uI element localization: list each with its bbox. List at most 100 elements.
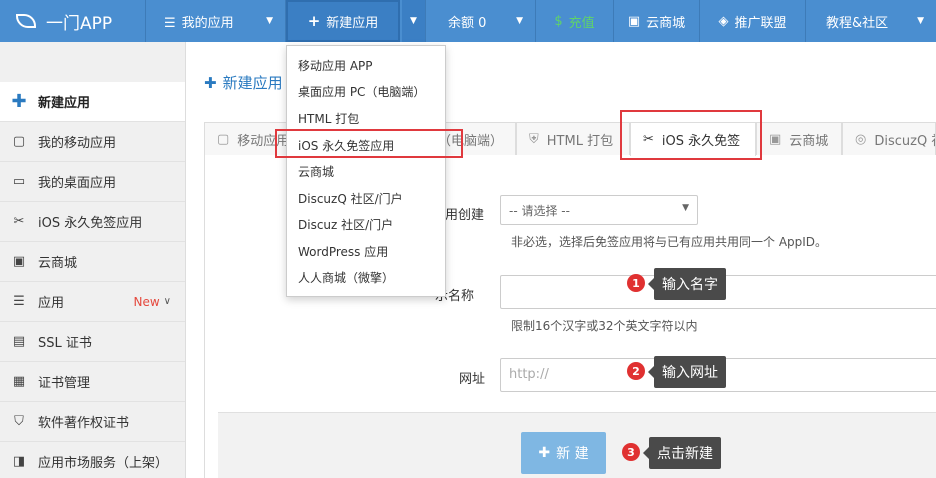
sidebar-item-label: 应用 — [38, 296, 65, 311]
tab-label: 云商城 — [789, 133, 829, 149]
sidebar: ✚ 新建应用 ▢ 我的移动应用 ▭ 我的桌面应用 ✂ iOS 永久免签应用 ▣ … — [0, 42, 186, 478]
plus-icon: ✚ — [538, 445, 551, 461]
plus-icon: ✚ — [204, 74, 217, 92]
nav-balance-label: 余额 0 — [448, 15, 487, 31]
caret-down-icon: ▼ — [917, 16, 924, 26]
top-navigation-bar: 一门APP ☰ 我的应用 ▼ + 新建应用 ▼ 余额 0 ▼ $ 充值 ▣ 云商城 ◈ 推… — [0, 0, 936, 42]
display-name-hint: 限制16个汉字或32个英文字符以内 — [511, 319, 698, 333]
phone-icon: ▢ — [12, 134, 26, 149]
store-icon: ▣ — [627, 13, 641, 29]
nav-new-app[interactable]: + 新建应用 — [286, 0, 400, 42]
callout-number: 3 — [622, 443, 640, 461]
tab-label: DiscuzQ 社 — [874, 133, 935, 149]
sidebar-item-label: iOS 永久免签应用 — [38, 216, 143, 231]
dropdown-item-discuzq[interactable]: DiscuzQ 社区/门户 — [287, 185, 445, 211]
menu-icon: ☰ — [13, 294, 25, 309]
link-app-select[interactable]: -- 请选择 -- ▼ — [500, 195, 698, 225]
sidebar-item-copyright[interactable]: ⛉ 软件著作权证书 — [0, 402, 185, 442]
tab-label: HTML 打包 — [546, 133, 614, 149]
discuz-icon: ◎ — [855, 131, 867, 147]
callout-number: 2 — [627, 362, 645, 380]
sidebar-item-label: 我的移动应用 — [38, 136, 117, 151]
dropdown-item-wordpress[interactable]: WordPress 应用 — [287, 238, 445, 264]
highlight-box-dropdown-item — [275, 129, 463, 158]
monitor-icon: ▭ — [12, 174, 26, 189]
callout-label: 输入网址 — [648, 356, 726, 388]
dropdown-item-desktop-app[interactable]: 桌面应用 PC（电脑端） — [287, 78, 445, 104]
chevron-down-icon: ∨ — [163, 296, 171, 307]
nav-balance[interactable]: 余额 0 ▼ — [428, 0, 536, 42]
market-icon: ◨ — [12, 454, 26, 469]
nav-tutorial[interactable]: 教程&社区 ▼ — [806, 0, 936, 42]
html5-icon: ⛨ — [529, 131, 539, 147]
logo-text: 一门APP — [46, 13, 113, 34]
leaf-logo-icon — [16, 14, 36, 28]
nav-cloud-mall[interactable]: ▣ 云商城 — [614, 0, 700, 42]
url-label: 网址 — [459, 372, 486, 387]
callout-label: 输入名字 — [648, 268, 726, 300]
sidebar-item-my-desktop-apps[interactable]: ▭ 我的桌面应用 — [0, 162, 185, 202]
callout-number: 1 — [627, 274, 645, 292]
nav-promotion[interactable]: ◈ 推广联盟 — [700, 0, 806, 42]
sidebar-item-market-service[interactable]: ◨ 应用市场服务（上架） — [0, 442, 185, 478]
tab-html-pack[interactable]: ⛨ HTML 打包 — [516, 122, 630, 155]
tab-discuzq[interactable]: ◎ DiscuzQ 社 — [842, 122, 936, 155]
dropdown-item-cloud-mall[interactable]: 云商城 — [287, 158, 445, 184]
dropdown-item-html-pack[interactable]: HTML 打包 — [287, 105, 445, 131]
scissors-icon: ✂ — [13, 214, 25, 229]
sidebar-item-label: 我的桌面应用 — [38, 176, 117, 191]
sidebar-item-certificates[interactable]: ▦ 证书管理 — [0, 362, 185, 402]
create-button-label: 新 建 — [556, 446, 589, 462]
highlight-box-active-tab — [620, 110, 762, 160]
page-title-text: 新建应用 — [222, 74, 283, 92]
ssl-icon: ▤ — [12, 334, 26, 349]
chevron-down-icon: ▼ — [682, 203, 689, 213]
link-app-hint: 非必选，选择后免签应用将与已有应用共用同一个 AppID。 — [511, 235, 828, 249]
dropdown-item-mobile-app[interactable]: 移动应用 APP — [287, 52, 445, 78]
sidebar-item-label: 证书管理 — [38, 376, 91, 391]
sidebar-item-label: 新建应用 — [38, 96, 91, 111]
page-title: ✚ 新建应用 — [204, 72, 283, 93]
sidebar-item-cloud-mall[interactable]: ▣ 云商城 — [0, 242, 185, 282]
nav-recharge-label: 充值 — [568, 15, 595, 31]
caret-down-icon: ▼ — [266, 16, 273, 26]
sidebar-item-ios-signing[interactable]: ✂ iOS 永久免签应用 — [0, 202, 185, 242]
dropdown-item-discuz[interactable]: Discuz 社区/门户 — [287, 211, 445, 237]
new-app-dropdown-menu: 移动应用 APP 桌面应用 PC（电脑端） HTML 打包 iOS 永久免签应用… — [286, 45, 446, 297]
logo[interactable]: 一门APP — [0, 0, 146, 42]
store-icon: ▣ — [12, 254, 26, 269]
list-icon: ☰ — [164, 15, 176, 31]
new-badge: New — [133, 294, 160, 309]
nav-cloud-mall-label: 云商城 — [646, 15, 686, 31]
sidebar-item-new-app[interactable]: ✚ 新建应用 — [0, 82, 185, 122]
nav-my-apps-label: 我的应用 — [181, 15, 234, 31]
dropdown-item-renren-mall[interactable]: 人人商城（微擎） — [287, 264, 445, 290]
plus-icon: + — [307, 12, 321, 30]
store-icon: ▣ — [769, 131, 782, 147]
nav-new-app-label: 新建应用 — [326, 15, 379, 31]
sidebar-item-ssl[interactable]: ▤ SSL 证书 — [0, 322, 185, 362]
create-button[interactable]: ✚ 新 建 — [521, 432, 606, 474]
callout-label: 点击新建 — [643, 437, 721, 469]
plus-icon: ✚ — [11, 91, 27, 112]
diamond-icon: ◈ — [718, 13, 729, 29]
sidebar-item-my-mobile-apps[interactable]: ▢ 我的移动应用 — [0, 122, 185, 162]
link-app-label: 用创建 — [445, 208, 485, 223]
sidebar-item-apps[interactable]: ☰ 应用 New ∨ — [0, 282, 185, 322]
nav-recharge[interactable]: $ 充值 — [536, 0, 614, 42]
copyright-icon: ⛉ — [14, 414, 24, 429]
sidebar-item-label: SSL 证书 — [38, 336, 92, 351]
caret-down-icon: ▼ — [410, 16, 417, 26]
sidebar-item-label: 应用市场服务（上架） — [38, 456, 169, 471]
nav-tutorial-label: 教程&社区 — [826, 15, 889, 31]
nav-my-apps[interactable]: ☰ 我的应用 ▼ — [146, 0, 286, 42]
sidebar-item-label: 云商城 — [38, 256, 78, 271]
nav-promotion-label: 推广联盟 — [734, 15, 787, 31]
nav-new-app-dropdown-toggle[interactable]: ▼ — [402, 0, 426, 42]
select-value: -- 请选择 -- — [509, 204, 570, 218]
coin-icon: $ — [554, 13, 563, 29]
phone-icon: ▢ — [217, 131, 230, 147]
tab-cloud-mall[interactable]: ▣ 云商城 — [756, 122, 842, 155]
certificate-icon: ▦ — [12, 374, 26, 389]
caret-down-icon: ▼ — [516, 16, 523, 26]
